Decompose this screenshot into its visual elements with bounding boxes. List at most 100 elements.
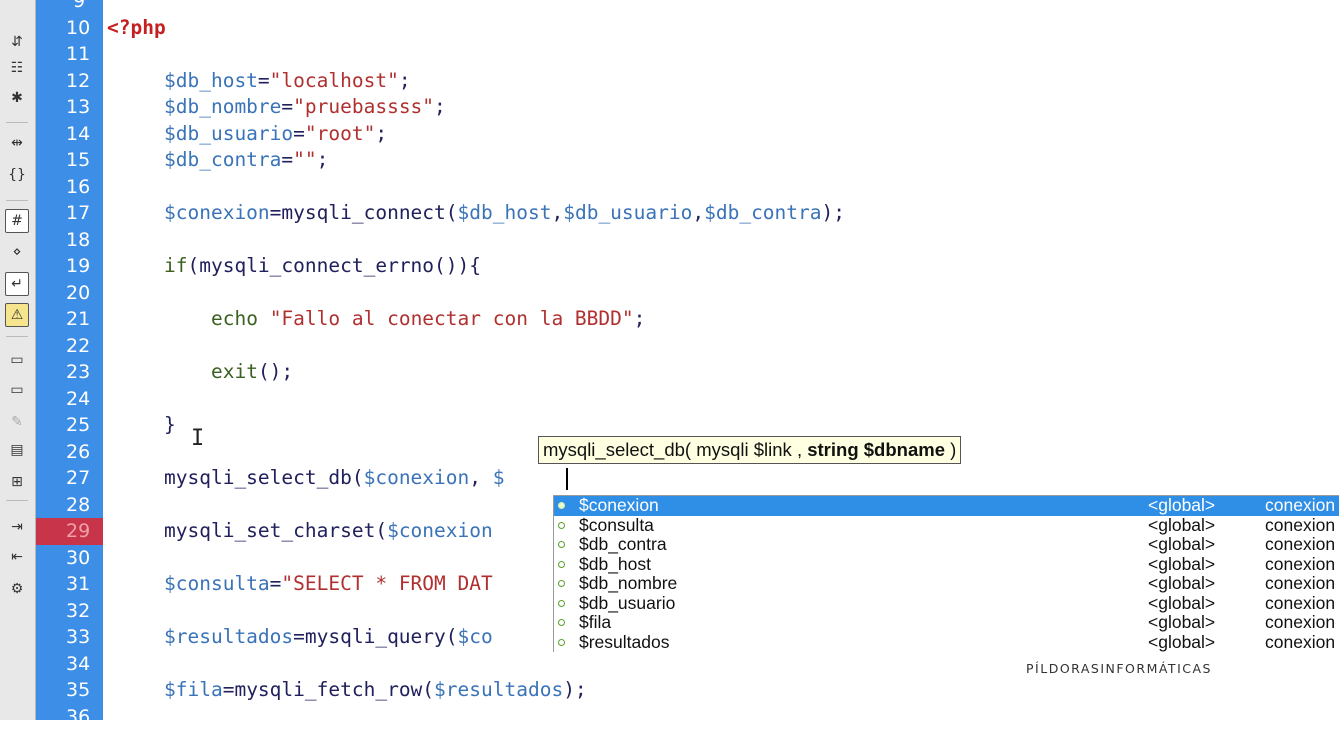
line-number: 27 — [36, 465, 103, 492]
code-line: $conexion=mysqli_connect($db_host,$db_us… — [164, 200, 845, 227]
indent-code-icon[interactable]: ⇥ — [5, 515, 29, 539]
variable-bullet-icon — [558, 600, 565, 607]
code-token — [164, 360, 211, 383]
variable-bullet-icon — [558, 639, 565, 646]
code-line: exit(); — [164, 359, 293, 386]
hint-prefix: mysqli_select_db( mysqli $link , — [543, 439, 807, 460]
code-line: echo "Fallo al conectar con la BBDD"; — [164, 306, 645, 333]
collapse-selection-icon[interactable]: {} — [5, 163, 29, 187]
recent-snippets-icon[interactable]: ▤ — [5, 438, 29, 462]
expand-all-icon[interactable]: ✱ — [5, 86, 29, 110]
autocomplete-item[interactable]: $db_nombre<global>conexion — [554, 574, 1339, 594]
wrap-tag-icon[interactable]: ✎ — [5, 410, 29, 434]
line-numbers-icon[interactable]: # — [5, 209, 29, 233]
code-token: "pruebassss" — [293, 95, 434, 118]
syntax-error-alerts-icon[interactable]: ⚠ — [5, 303, 29, 327]
code-token: ( — [446, 201, 458, 224]
autocomplete-item-file: conexion — [1265, 613, 1335, 633]
balance-braces-icon[interactable]: ☷ — [5, 56, 29, 80]
line-number: 33 — [36, 624, 103, 651]
autocomplete-item-name: $db_nombre — [579, 574, 677, 594]
line-number: 11 — [36, 41, 103, 68]
line-number: 15 — [36, 147, 103, 174]
outdent-code-icon[interactable]: ⇤ — [5, 545, 29, 569]
format-source-code-icon[interactable]: ⚙ — [5, 577, 29, 601]
code-token: mysqli_connect_errno — [199, 254, 434, 277]
autocomplete-item[interactable]: $conexion<global>conexion — [554, 496, 1339, 516]
code-token: mysqli_fetch_row — [234, 678, 422, 701]
autocomplete-item-scope: <global> — [1148, 594, 1215, 614]
code-token: , — [692, 201, 704, 224]
autocomplete-list[interactable]: $conexion<global>conexion$consulta<globa… — [553, 495, 1339, 652]
watermark: PÍLDORASINFORMÁTICAS — [1026, 661, 1212, 676]
code-token: $db_contra — [164, 148, 281, 171]
code-token: ); — [563, 678, 586, 701]
autocomplete-item[interactable]: $db_contra<global>conexion — [554, 535, 1339, 555]
code-token: <?php — [107, 16, 166, 39]
code-token: "Fallo al conectar con la BBDD" — [270, 307, 634, 330]
line-number: 19 — [36, 253, 103, 280]
line-number: 28 — [36, 492, 103, 519]
code-token: , — [469, 466, 492, 489]
autocomplete-item-scope: <global> — [1148, 516, 1215, 536]
code-token: $db_contra — [704, 201, 821, 224]
autocomplete-item-name: $db_contra — [579, 535, 667, 555]
code-line: $db_nombre="pruebassss"; — [164, 94, 446, 121]
line-number: 34 — [36, 651, 103, 678]
autocomplete-item-file: conexion — [1265, 633, 1335, 653]
line-number: 18 — [36, 227, 103, 254]
autocomplete-item-scope: <global> — [1148, 613, 1215, 633]
code-line: mysqli_select_db($conexion, $ — [164, 465, 505, 492]
code-token: = — [281, 148, 293, 171]
highlight-invalid-code-icon[interactable]: ⋄ — [5, 240, 29, 264]
code-token: $db_host — [458, 201, 552, 224]
autocomplete-item-name: $fila — [579, 613, 611, 633]
code-token: = — [293, 122, 305, 145]
line-number: 12 — [36, 68, 103, 95]
word-wrap-icon[interactable]: ↵ — [5, 272, 29, 296]
select-parent-tag-icon[interactable]: ⇵ — [5, 30, 29, 54]
autocomplete-item-file: conexion — [1265, 555, 1335, 575]
autocomplete-item[interactable]: $consulta<global>conexion — [554, 516, 1339, 536]
autocomplete-item[interactable]: $fila <global> conexion — [554, 613, 1339, 633]
code-token: = — [270, 201, 282, 224]
autocomplete-item-scope: <global> — [1148, 496, 1215, 516]
code-line: $db_usuario="root"; — [164, 121, 387, 148]
code-token: ( — [375, 519, 387, 542]
code-token: exit — [211, 360, 258, 383]
code-token: ; — [434, 95, 446, 118]
line-number: 16 — [36, 174, 103, 201]
code-token: $db_usuario — [563, 201, 692, 224]
autocomplete-item[interactable]: $db_usuario<global>conexion — [554, 594, 1339, 614]
remove-comment-icon[interactable]: ▭ — [5, 378, 29, 402]
code-token: ; — [375, 122, 387, 145]
autocomplete-item-name: $db_usuario — [579, 594, 675, 614]
autocomplete-item[interactable]: $resultados<global>conexion — [554, 633, 1339, 653]
code-token: if — [164, 254, 187, 277]
move-css-icon[interactable]: ⊞ — [5, 470, 29, 494]
autocomplete-item-name: $consulta — [579, 516, 654, 536]
line-number: 22 — [36, 333, 103, 360]
autocomplete-item-file: conexion — [1265, 496, 1335, 516]
code-token: $db_usuario — [164, 122, 293, 145]
collapse-full-tag-icon[interactable]: ⇹ — [5, 131, 29, 155]
line-number: 21 — [36, 306, 103, 333]
autocomplete-item[interactable]: $db_host<global>conexion — [554, 555, 1339, 575]
hint-suffix: ) — [945, 439, 956, 460]
code-token: ; — [634, 307, 646, 330]
code-line: $db_host="localhost"; — [164, 68, 411, 95]
code-token: echo — [211, 307, 258, 330]
code-token: = — [258, 69, 270, 92]
variable-bullet-icon — [558, 541, 565, 548]
toolbar-separator — [6, 122, 28, 123]
line-number: 30 — [36, 545, 103, 572]
apply-comment-icon[interactable]: ▭ — [5, 348, 29, 372]
line-number: 9 — [36, 0, 103, 15]
variable-bullet-icon — [558, 561, 565, 568]
code-token: $co — [458, 625, 493, 648]
line-number: 24 — [36, 386, 103, 413]
autocomplete-item-scope: <global> — [1148, 574, 1215, 594]
line-number: 20 — [36, 280, 103, 307]
code-token: ( — [187, 254, 199, 277]
code-token: = — [270, 572, 282, 595]
